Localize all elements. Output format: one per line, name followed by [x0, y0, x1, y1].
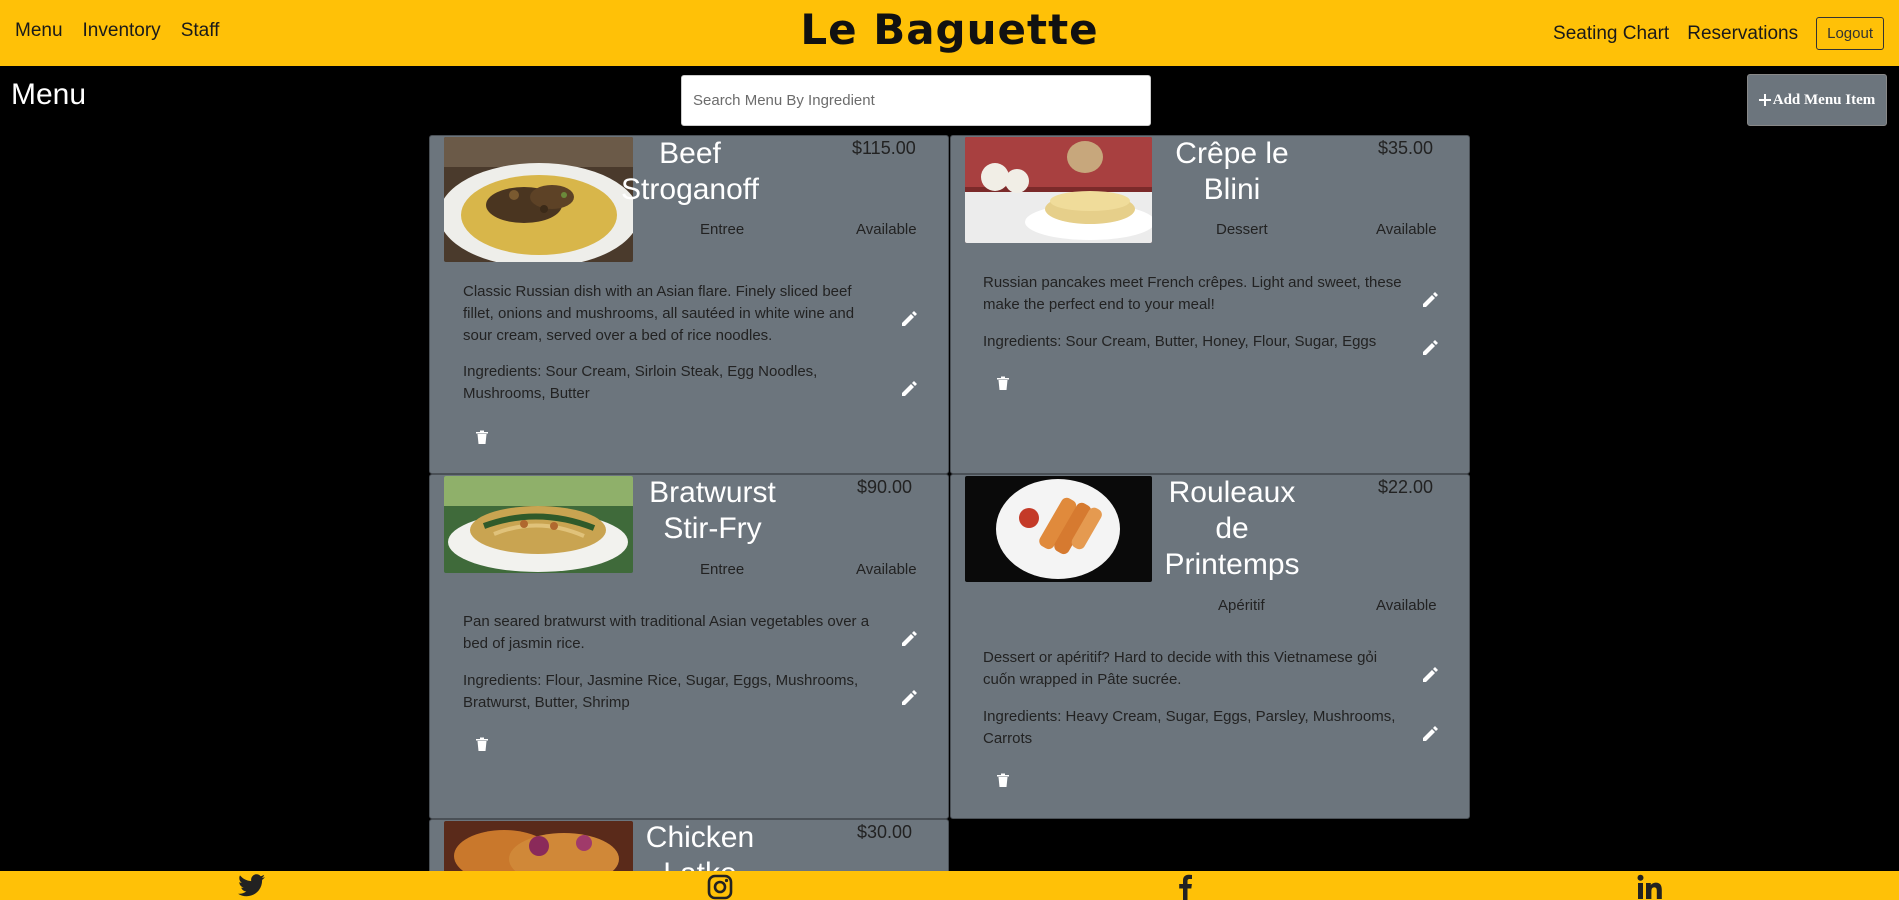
crepe-photo — [965, 137, 1152, 243]
add-menu-item-button[interactable]: Add Menu Item — [1747, 74, 1887, 126]
navbar: Menu Inventory Staff Le Baguette Seating… — [0, 0, 1899, 66]
item-name-line: Printemps — [1164, 548, 1300, 581]
item-availability: Available — [1376, 221, 1437, 238]
nav-seating-chart-link[interactable]: Seating Chart — [1553, 23, 1669, 45]
item-name: Crêpe le Blini — [1162, 136, 1302, 208]
item-name-line: Stroganoff — [621, 173, 759, 206]
edit-description-icon[interactable] — [1421, 291, 1439, 309]
description-line: Dessert or apéritif? Hard to decide with… — [983, 649, 1378, 666]
trash-icon[interactable] — [473, 735, 491, 753]
beef-stroganoff-photo — [444, 137, 633, 262]
item-ingredients: Ingredients: Heavy Cream, Sugar, Eggs, P… — [983, 706, 1413, 750]
item-category: Entree — [700, 221, 745, 238]
page-title: Menu — [11, 78, 87, 111]
item-ingredients: Ingredients: Flour, Jasmine Rice, Sugar,… — [463, 670, 893, 714]
item-availability: Available — [856, 561, 917, 578]
ingredients-line: Mushrooms, Butter — [463, 385, 590, 402]
item-ingredients: Ingredients: Sour Cream, Sirloin Steak, … — [463, 361, 883, 405]
edit-ingredients-icon[interactable] — [900, 380, 918, 398]
description-line: make the perfect end to your meal! — [983, 296, 1215, 313]
description-line: cuốn wrapped in Pâte sucrée. — [983, 671, 1182, 688]
item-name: Beef Stroganoff — [621, 136, 759, 208]
description-line: Pan seared bratwurst with traditional As… — [463, 613, 870, 630]
ingredients-line: Ingredients: Heavy Cream, Sugar, Eggs, P… — [983, 708, 1396, 725]
item-name: Rouleaux de Printemps — [1151, 475, 1313, 583]
description-line: bed of jasmin rice. — [463, 635, 585, 652]
item-name-line: Stir-Fry — [663, 512, 762, 545]
search-input[interactable] — [681, 75, 1151, 126]
item-name-line: Beef — [659, 137, 721, 170]
item-name-line: Bratwurst — [649, 476, 776, 509]
footer — [0, 871, 1899, 900]
plus-icon — [1758, 94, 1771, 106]
logout-button[interactable]: Logout — [1816, 17, 1884, 50]
description-line: Russian pancakes meet French crêpes. Lig… — [983, 274, 1402, 291]
ingredients-line: Carrots — [983, 730, 1033, 747]
stir-fry-photo — [444, 476, 633, 573]
edit-ingredients-icon[interactable] — [1421, 725, 1439, 743]
item-name-line: Crêpe le — [1175, 137, 1289, 170]
edit-description-icon[interactable] — [900, 310, 918, 328]
item-availability: Available — [856, 221, 917, 238]
edit-ingredients-icon[interactable] — [1421, 339, 1439, 357]
edit-description-icon[interactable] — [1421, 666, 1439, 684]
ingredients-line: Ingredients: Flour, Jasmine Rice, Sugar,… — [463, 672, 859, 689]
menu-item-card: Bratwurst Stir-Fry $90.00 Entree Availab… — [429, 474, 949, 819]
item-description: Russian pancakes meet French crêpes. Lig… — [983, 272, 1413, 316]
linkedin-icon[interactable] — [1637, 874, 1663, 900]
item-name: Bratwurst Stir-Fry — [630, 475, 795, 547]
item-description: Dessert or apéritif? Hard to decide with… — [983, 647, 1413, 691]
item-ingredients: Ingredients: Sour Cream, Butter, Honey, … — [983, 331, 1413, 353]
description-line: Classic Russian dish with an Asian flare… — [463, 283, 852, 300]
item-category: Entree — [700, 561, 745, 578]
menu-item-card: Rouleaux de Printemps $22.00 Apéritif Av… — [950, 474, 1470, 819]
item-price: $22.00 — [1378, 477, 1434, 497]
ingredients-line: Bratwurst, Butter, Shrimp — [463, 694, 630, 711]
item-price: $115.00 — [852, 138, 916, 158]
description-line: sour cream, served over a bed of rice no… — [463, 327, 773, 344]
facebook-icon[interactable] — [1177, 874, 1193, 900]
edit-description-icon[interactable] — [900, 630, 918, 648]
item-name-line: Chicken — [645, 821, 755, 854]
spring-rolls-photo — [965, 476, 1152, 582]
item-price: $30.00 — [857, 822, 913, 842]
add-menu-item-label: Add Menu Item — [1772, 91, 1876, 108]
item-description: Classic Russian dish with an Asian flare… — [463, 281, 883, 347]
twitter-icon[interactable] — [236, 874, 266, 900]
item-price: $35.00 — [1378, 138, 1434, 158]
trash-icon[interactable] — [473, 428, 491, 446]
nav-right: Seating Chart Reservations Logout — [1553, 17, 1884, 50]
item-category: Apéritif — [1218, 597, 1265, 614]
description-line: fillet, onions and mushrooms, all sautée… — [463, 305, 855, 322]
item-name-line: de — [1215, 512, 1249, 545]
item-category: Dessert — [1216, 221, 1268, 238]
ingredients-line: Ingredients: Sour Cream, Butter, Honey, … — [983, 333, 1377, 350]
menu-item-card: Crêpe le Blini $35.00 Dessert Available … — [950, 135, 1470, 474]
edit-ingredients-icon[interactable] — [900, 689, 918, 707]
instagram-icon[interactable] — [707, 874, 733, 900]
item-description: Pan seared bratwurst with traditional As… — [463, 611, 893, 655]
nav-reservations-link[interactable]: Reservations — [1687, 23, 1798, 45]
item-name-line: Rouleaux — [1168, 476, 1296, 509]
item-name-line: Blini — [1203, 173, 1261, 206]
trash-icon[interactable] — [994, 374, 1012, 392]
ingredients-line: Ingredients: Sour Cream, Sirloin Steak, … — [463, 363, 818, 380]
menu-item-card: Beef Stroganoff $115.00 Entree Available… — [429, 135, 949, 474]
item-availability: Available — [1376, 597, 1437, 614]
trash-icon[interactable] — [994, 771, 1012, 789]
item-price: $90.00 — [857, 477, 913, 497]
